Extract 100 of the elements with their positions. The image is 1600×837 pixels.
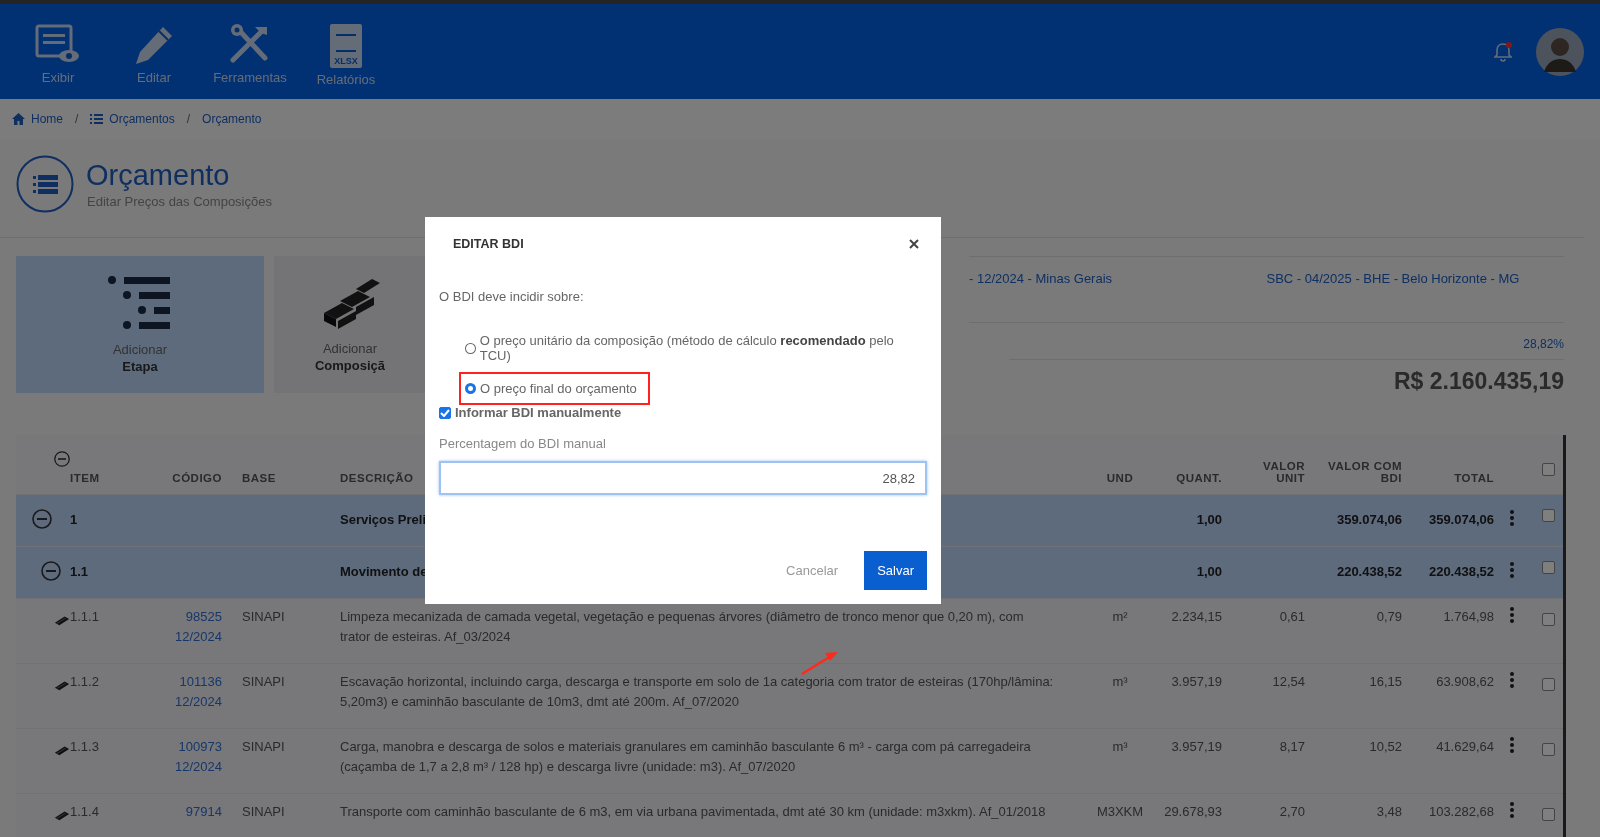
description-text: Carga, manobra e descarga de solos e materiais granulares em caminhão basculante 6 m³ - carga com pá carregadeira (caçamba de 1,7 a 2,8 m³ / 128 hp) e descarga livre (unidade: m3). Af_07/2020	[340, 738, 1032, 776]
row-checkbox[interactable]	[1541, 613, 1555, 626]
quantity-text: 3.957,19	[1171, 738, 1222, 756]
collapse-all-icon[interactable]	[54, 449, 70, 469]
base-text: SINAPI	[242, 673, 285, 691]
close-button[interactable]	[907, 237, 921, 251]
unit-text: m³	[1112, 738, 1128, 756]
kebab-menu-icon[interactable]	[1510, 562, 1514, 578]
question-text: O BDI deve incidir sobre:	[439, 289, 585, 304]
kebab-menu-icon[interactable]	[1510, 607, 1514, 623]
description-text: Transporte com caminhão basculante de 6 m3, em via urbana pavimentada, dmt até 30 km (unidade: m3xkm). Af_01/2018	[340, 803, 1046, 821]
price-with-bdi: 16,15	[1369, 673, 1402, 691]
toolbar-button[interactable]: XLSX Relatórios	[302, 16, 390, 87]
price-with-bdi: 3,48	[1376, 803, 1402, 821]
toolbar-button[interactable]: Editar	[110, 16, 198, 85]
base-text: SINAPI	[242, 738, 285, 756]
column-header: VALOR COM BDI	[1327, 460, 1402, 484]
nested-list-icon	[108, 275, 172, 332]
cancel-button[interactable]: Cancelar	[780, 562, 845, 579]
item-number: 1	[70, 511, 78, 529]
code-link[interactable]: 101136	[150, 672, 222, 692]
row-total: 220.438,52	[1428, 563, 1494, 581]
price-source-link[interactable]: SBC - 04/2025 - BHE - Belo Horizonte - MG	[1266, 271, 1564, 322]
item-number: 1.1.3	[70, 738, 99, 756]
column-header: CÓDIGO	[172, 472, 222, 484]
description-text: Escavação horizontal, incluindo carga, descarga e transporte em solo de 1a categoria com trator de esteiras (170hp/lâmina: 5,20m3) e caminhão basculante de 10m3, dmt até 200m. Af_07/2020	[340, 673, 1055, 711]
save-button[interactable]: Salvar	[864, 551, 927, 590]
notification-bell-icon[interactable]	[1494, 41, 1512, 62]
row-checkbox[interactable]	[1541, 743, 1555, 756]
unit-price: 0,61	[1279, 608, 1305, 626]
unit-text: m²	[1112, 608, 1128, 626]
manual-bdi-checkbox[interactable]	[439, 406, 451, 419]
field-label: Percentagem do BDI manual	[439, 436, 607, 451]
code-date-link[interactable]: 12/2024	[150, 627, 222, 647]
dialog-title: EDITAR BDI	[453, 237, 524, 251]
breadcrumb-separator: /	[186, 112, 191, 126]
kebab-menu-icon[interactable]	[1510, 672, 1514, 688]
breadcrumb-link[interactable]: Orçamento	[202, 112, 262, 126]
code-link[interactable]: 100973	[150, 737, 222, 757]
column-header: UND	[1106, 472, 1134, 484]
column-header: TOTAL	[1454, 472, 1494, 484]
row-total: 103.282,68	[1428, 803, 1494, 821]
kebab-menu-icon[interactable]	[1510, 737, 1514, 753]
price-with-bdi: 220.438,52	[1336, 563, 1402, 581]
row-checkbox[interactable]	[1541, 808, 1555, 821]
description-text: Limpeza mecanizada de camada vegetal, vegetação e pequenas árvores (diâmetro de tronco menor que 0,20 m), com trator de esteiras. Af_03/2024	[340, 608, 1025, 646]
radio-button[interactable]	[465, 383, 476, 394]
price-with-bdi: 359.074,06	[1336, 511, 1402, 529]
checkbox-label[interactable]: Informar BDI manualmente	[455, 405, 622, 420]
base-text: SINAPI	[242, 803, 285, 821]
bdi-percentage[interactable]: 28,82%	[1523, 337, 1564, 351]
toolbar-button[interactable]: Exibir	[14, 16, 102, 85]
numbered-list-icon	[16, 155, 74, 213]
code-date-link[interactable]: 12/2024	[150, 757, 222, 777]
price-source-link[interactable]: - 12/2024 - Minas Gerais	[969, 271, 1267, 322]
item-number: 1.1.2	[70, 673, 99, 691]
item-number: 1.1	[70, 563, 89, 581]
column-header: BASE	[242, 472, 276, 484]
toolbar-button[interactable]: Ferramentas	[206, 16, 294, 85]
column-header: ITEM	[70, 472, 100, 484]
code-link[interactable]: 98525	[150, 607, 222, 627]
price-with-bdi: 0,79	[1376, 608, 1402, 626]
add-card[interactable]: Adicionar Etapa	[16, 256, 264, 393]
price-with-bdi: 10,52	[1369, 738, 1402, 756]
kebab-menu-icon[interactable]	[1510, 510, 1514, 526]
user-avatar[interactable]	[1536, 27, 1584, 76]
column-header: QUANT.	[1176, 472, 1222, 484]
unit-text: m³	[1112, 673, 1128, 691]
row-total: 63.908,62	[1436, 673, 1494, 691]
page-title: Orçamento	[86, 159, 231, 192]
row-checkbox[interactable]	[1541, 678, 1555, 691]
code-link[interactable]: 97914	[150, 802, 222, 822]
quantity-text: 3.957,19	[1171, 673, 1222, 691]
quantity-text: 1,00	[1196, 511, 1222, 529]
quantity-text: 2.234,15	[1171, 608, 1222, 626]
budget-total: R$ 2.160.435,19	[1393, 368, 1564, 394]
collapse-icon[interactable]	[41, 561, 61, 581]
code-date-link[interactable]: 12/2024	[150, 692, 222, 712]
select-all-checkbox[interactable]	[1541, 463, 1555, 476]
row-total: 359.074,06	[1428, 511, 1494, 529]
row-total: 1.764,98	[1443, 608, 1494, 626]
add-card[interactable]: Adicionar Composiçã	[274, 256, 426, 393]
row-checkbox[interactable]	[1541, 509, 1555, 522]
breadcrumb-separator: /	[75, 112, 79, 126]
row-checkbox[interactable]	[1541, 561, 1555, 574]
quantity-text: 1,00	[1196, 563, 1222, 581]
unit-price: 8,17	[1279, 738, 1305, 756]
breadcrumb-link[interactable]: Orçamentos	[90, 112, 175, 126]
home-icon	[12, 113, 25, 125]
quantity-text: 29.678,93	[1164, 803, 1222, 821]
list-icon	[90, 114, 104, 124]
kebab-menu-icon[interactable]	[1510, 802, 1514, 818]
bdi-percentage-field[interactable]: 28,82	[439, 461, 927, 495]
annotation-arrow	[800, 650, 840, 676]
collapse-icon[interactable]	[32, 509, 52, 529]
column-header: DESCRIÇÃO	[340, 472, 414, 484]
description-text: Serviços Preli	[340, 511, 426, 529]
unit-text: M3XKM	[1096, 803, 1144, 821]
breadcrumb-link[interactable]: Home	[12, 112, 63, 126]
option-label[interactable]: O preço unitário da composição (método de cálculo recomendado pelo TCU)	[479, 333, 914, 363]
